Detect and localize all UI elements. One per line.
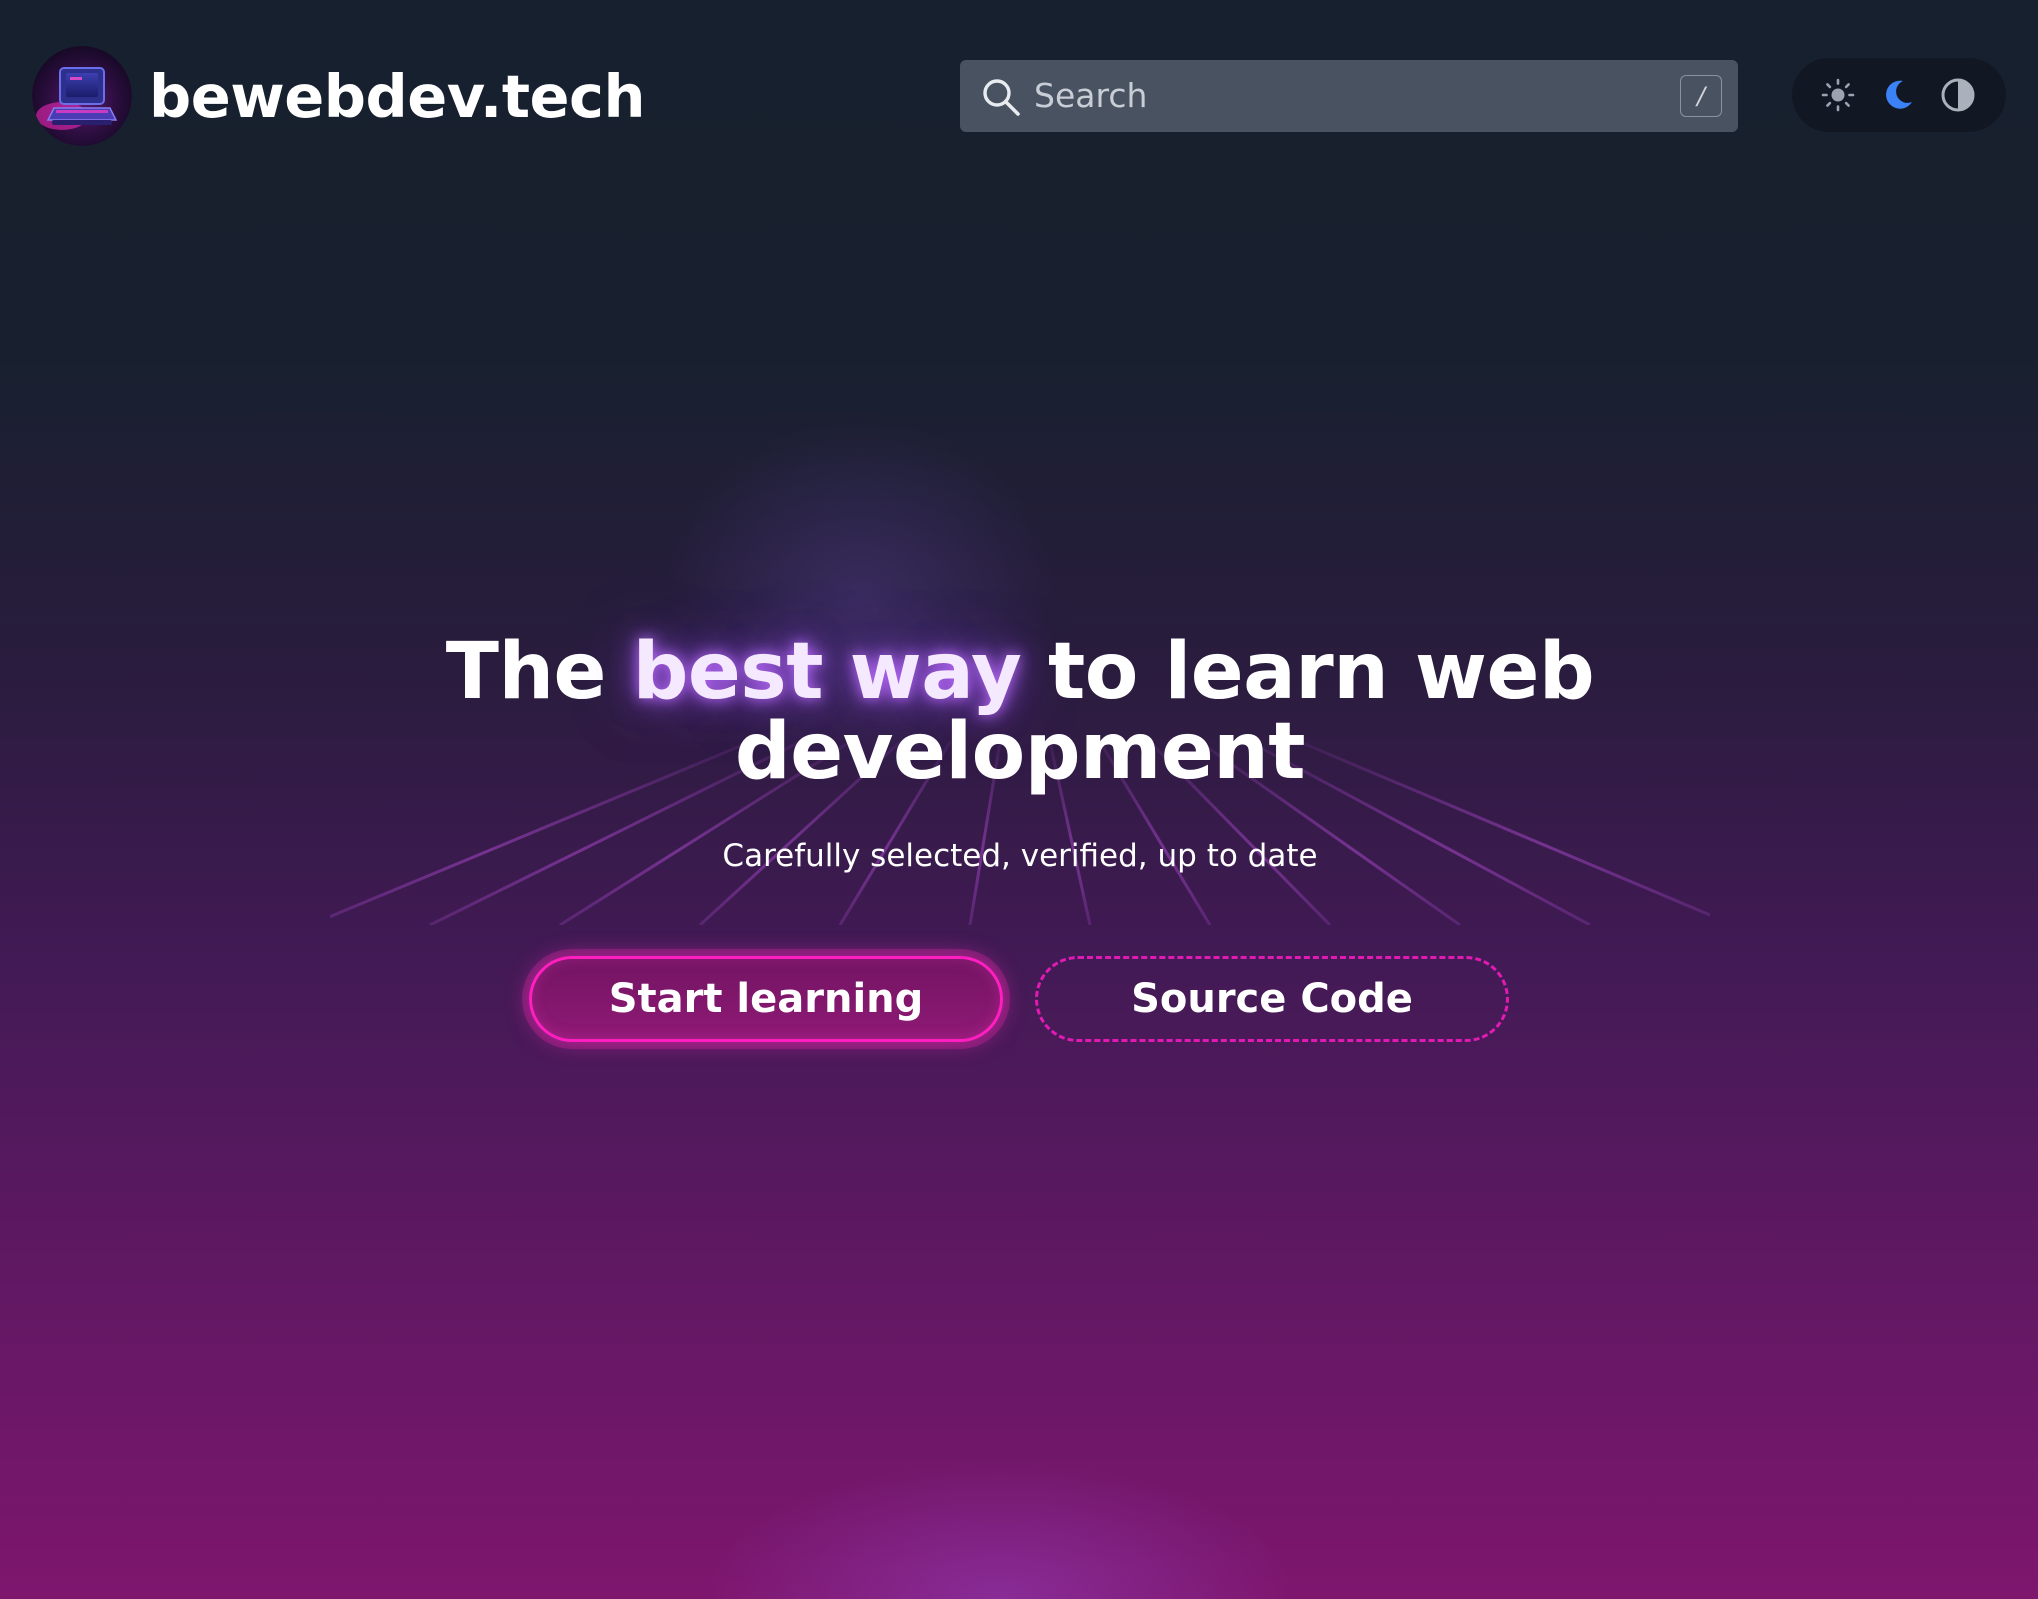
site-name: bewebdev.tech [149, 61, 646, 131]
source-code-button[interactable]: Source Code [1035, 956, 1509, 1042]
contrast-icon [1941, 78, 1975, 112]
sun-icon [1821, 78, 1855, 112]
theme-light-button[interactable] [1816, 73, 1860, 117]
start-learning-button[interactable]: Start learning [529, 956, 1003, 1042]
search-input[interactable]: Search / [960, 60, 1738, 132]
hero-title-accent: best way [632, 627, 1022, 717]
search-icon [983, 79, 1020, 116]
theme-switcher [1792, 58, 2006, 132]
theme-system-button[interactable] [1936, 73, 1980, 117]
home-logo-link[interactable]: bewebdev.tech [32, 46, 646, 146]
theme-dark-button[interactable] [1876, 73, 1920, 117]
hero-title-start: The [445, 627, 633, 717]
search-shortcut-key: / [1680, 75, 1722, 117]
search-placeholder: Search [1034, 76, 1148, 115]
hero-subtitle: Carefully selected, verified, up to date [722, 838, 1318, 874]
site-header: bewebdev.tech Search / [0, 0, 2038, 190]
hero-title: The best way to learn web development [420, 632, 1620, 792]
moon-icon [1886, 80, 1912, 109]
retro-computer-logo-icon [32, 46, 132, 146]
